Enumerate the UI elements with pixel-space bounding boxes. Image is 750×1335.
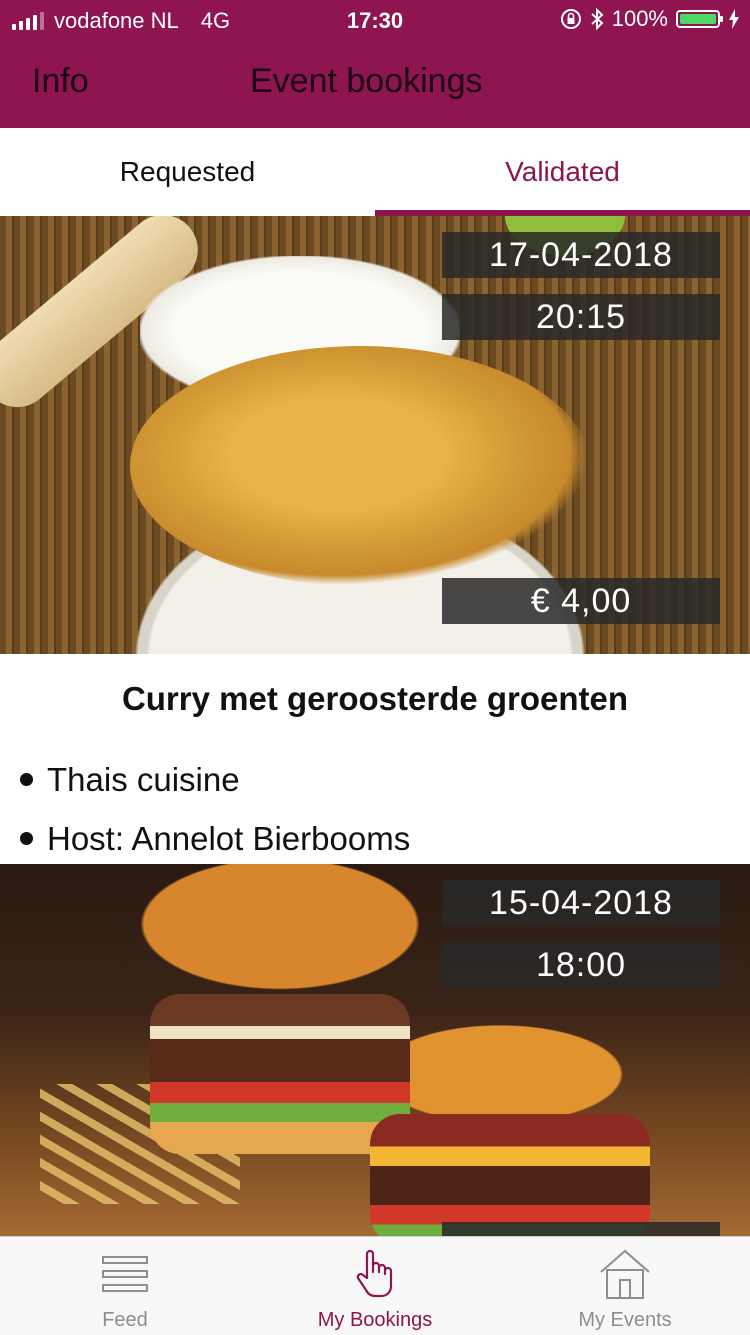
booking-time: 20:15 [442,294,720,340]
tabbar-label-feed: Feed [102,1309,148,1331]
bluetooth-icon [591,8,604,30]
burger-decoration [370,1114,650,1236]
tabbar-item-my-events[interactable]: My Events [500,1237,750,1335]
orientation-lock-icon [560,9,581,29]
tab-requested[interactable]: Requested [0,128,375,216]
charging-icon [729,9,739,29]
tabbar-label-my-events: My Events [578,1309,672,1331]
tabbar-item-my-bookings[interactable]: My Bookings [250,1237,500,1335]
booking-price-partial [442,1222,720,1236]
bullet-icon [20,773,33,786]
booking-title: Curry met geroosterde groenten [121,680,629,717]
booking-time: 18:00 [442,942,720,988]
booking-date: 17-04-2018 [442,232,720,278]
curry-decoration [130,346,590,586]
host-label: Host: Annelot Bierbooms [47,819,411,857]
tabbar-item-feed[interactable]: Feed [0,1237,250,1335]
tab-validated[interactable]: Validated [375,128,750,216]
booking-date: 15-04-2018 [442,880,720,926]
list-item: Thais cuisine [20,750,410,809]
battery-percent: 100% [611,6,668,31]
tab-bar: Feed My Bookings My Events [0,1236,750,1335]
hand-pointer-icon [356,1249,393,1298]
tabbar-label-my-bookings: My Bookings [317,1309,433,1331]
navigation-bar: Info Event bookings [0,40,750,128]
booking-price: € 4,00 [442,578,720,624]
cuisine-label: Thais cuisine [47,760,240,798]
page-title: Event bookings [250,62,483,100]
burger-decoration [150,994,410,1154]
house-icon [600,1249,650,1299]
bullet-icon [20,832,33,845]
segment-tabs: Requested Validated [0,128,750,216]
info-button[interactable]: Info [32,62,89,101]
booking-image-curry[interactable]: 17-04-2018 20:15 € 4,00 [0,216,750,654]
booking-details: Thais cuisine Host: Annelot Bierbooms [20,750,410,868]
list-icon [102,1256,148,1292]
status-right: 100% [560,6,740,32]
list-item: Host: Annelot Bierbooms [20,809,410,868]
status-bar: vodafone NL 4G 17:30 100% [0,0,750,40]
battery-icon [676,10,723,28]
booking-image-burger[interactable]: 15-04-2018 18:00 [0,864,750,1236]
